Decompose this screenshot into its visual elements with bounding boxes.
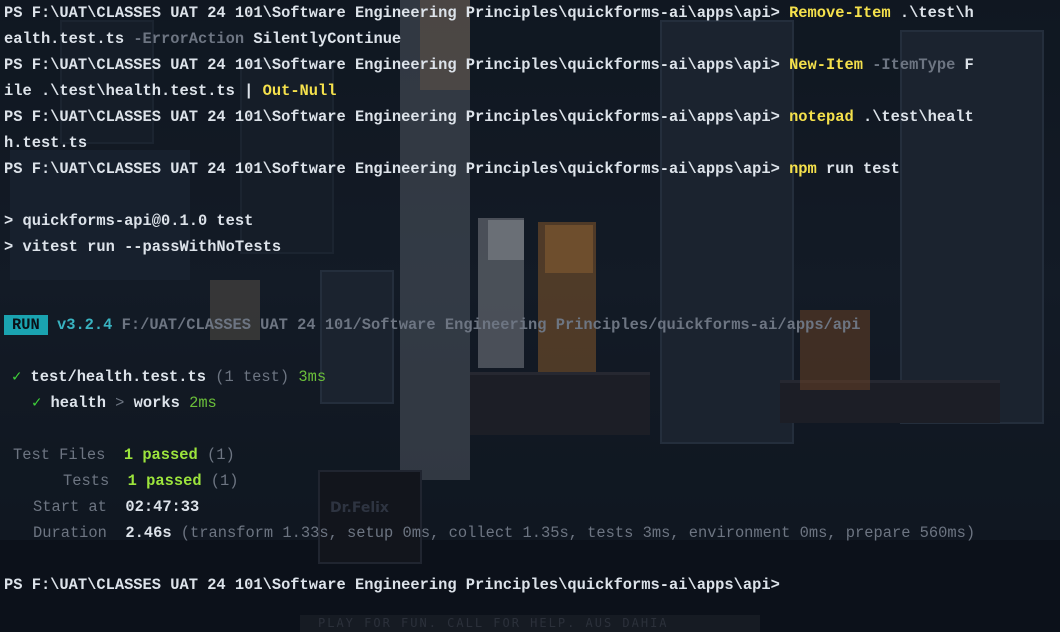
check-icon: ✓: [12, 368, 22, 386]
vitest-run-header: RUN v3.2.4 F:/UAT/CLASSES UAT 24 101/Sof…: [4, 315, 861, 335]
test-case-time: 2ms: [179, 394, 217, 412]
test-file-time: 3ms: [289, 368, 327, 386]
test-file-result: ✓ test/health.test.ts (1 test) 3ms: [12, 367, 326, 387]
summary-duration: Duration 2.46s (transform 1.33s, setup 0…: [33, 523, 975, 543]
test-case-name: works: [124, 394, 180, 412]
summary-tests: Tests 1 passed (1): [63, 471, 239, 491]
summary-label: Test Files: [13, 446, 106, 464]
test-file-count: (1 test): [206, 368, 290, 386]
test-suite-name: health: [41, 394, 106, 412]
terminal-line: PS F:\UAT\CLASSES UAT 24 101\Software En…: [4, 55, 974, 75]
command: Out-Null: [262, 82, 337, 100]
argument: ile .\test\health.test.ts |: [4, 82, 263, 100]
summary-label: Duration: [33, 524, 107, 542]
test-separator: >: [105, 394, 125, 412]
summary-value: 1 passed: [123, 446, 198, 464]
terminal-line: PS F:\UAT\CLASSES UAT 24 101\Software En…: [4, 159, 900, 179]
command: notepad: [789, 108, 854, 126]
summary-total: (1): [197, 446, 235, 464]
argument: .\test\healt: [853, 108, 974, 126]
prompt: PS F:\UAT\CLASSES UAT 24 101\Software En…: [4, 108, 790, 126]
prompt: PS F:\UAT\CLASSES UAT 24 101\Software En…: [4, 160, 790, 178]
prompt: PS F:\UAT\CLASSES UAT 24 101\Software En…: [4, 56, 790, 74]
summary-label: Tests: [63, 472, 110, 490]
argument: run test: [816, 160, 900, 178]
argument: .\test\h: [890, 4, 974, 22]
test-case-result: ✓ health > works 2ms: [32, 393, 217, 413]
npm-script-line: > quickforms-api@0.1.0 test: [4, 212, 254, 230]
terminal-line: ile .\test\health.test.ts | Out-Null: [4, 81, 337, 101]
summary-label: Start at: [33, 498, 107, 516]
parameter-value: F: [955, 56, 974, 74]
terminal-line: PS F:\UAT\CLASSES UAT 24 101\Software En…: [4, 107, 974, 127]
terminal-line: ealth.test.ts -ErrorAction SilentlyConti…: [4, 29, 401, 49]
summary-total: (1): [201, 472, 239, 490]
duration-breakdown: (transform 1.33s, setup 0ms, collect 1.3…: [171, 524, 976, 542]
command: New-Item: [789, 56, 863, 74]
run-badge: RUN: [4, 315, 48, 335]
terminal-window[interactable]: Dr.Felix PLAY FOR FUN. CALL FOR HELP. AU…: [0, 0, 1060, 632]
final-prompt[interactable]: PS F:\UAT\CLASSES UAT 24 101\Software En…: [4, 575, 780, 595]
summary-value: 02:47:33: [125, 498, 200, 516]
argument: h.test.ts: [4, 134, 88, 152]
command: npm: [789, 160, 817, 178]
summary-start: Start at 02:47:33: [33, 497, 199, 517]
summary-value: 1 passed: [127, 472, 202, 490]
npm-script-command: > vitest run --passWithNoTests: [4, 238, 282, 256]
terminal-line: h.test.ts: [4, 133, 87, 153]
argument: ealth.test.ts: [4, 30, 134, 48]
run-path: F:/UAT/CLASSES UAT 24 101/Software Engin…: [112, 316, 861, 334]
parameter: -ErrorAction: [133, 30, 245, 48]
prompt: PS F:\UAT\CLASSES UAT 24 101\Software En…: [4, 4, 790, 22]
summary-test-files: Test Files 1 passed (1): [13, 445, 235, 465]
parameter-value: SilentlyContinue: [244, 30, 402, 48]
command: Remove-Item: [789, 4, 891, 22]
terminal-line: PS F:\UAT\CLASSES UAT 24 101\Software En…: [4, 3, 974, 23]
vitest-version: v3.2.4: [56, 316, 113, 334]
summary-value: 2.46s: [125, 524, 172, 542]
check-icon: ✓: [32, 394, 42, 412]
parameter: -ItemType: [862, 56, 956, 74]
test-file-name: test/health.test.ts: [21, 368, 206, 386]
